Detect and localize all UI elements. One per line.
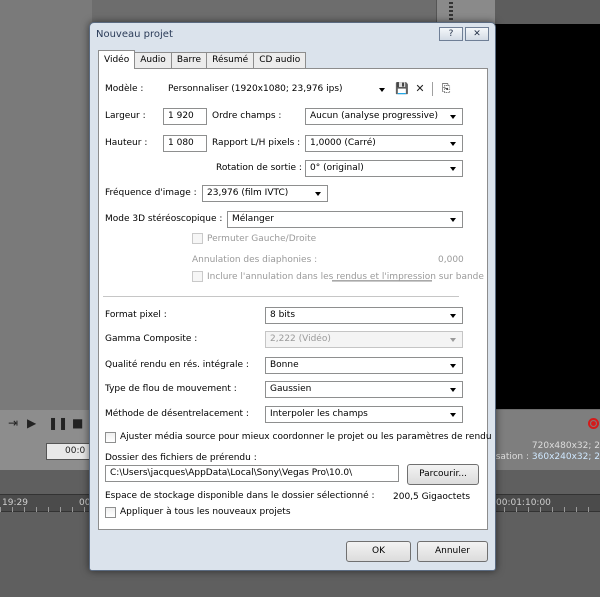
include-crosstalk-checkbox[interactable] [192,271,203,282]
timecode-display: 00:0 [46,443,92,460]
help-button[interactable]: ? [439,27,463,41]
swap-left-right-label: Permuter Gauche/Droite [207,234,317,244]
apply-all-checkbox[interactable] [105,507,116,518]
prerender-folder-label: Dossier des fichiers de prérendu : [105,453,257,463]
grip-icon[interactable] [449,2,453,20]
render-quality-label: Qualité rendu en rés. intégrale : [105,360,249,370]
match-media-icon[interactable]: ⎘ [439,82,453,96]
toolbar-separator [432,82,433,96]
deinterlace-label: Méthode de désentrelacement : [105,409,249,419]
adjust-media-label: Ajuster média source pour mieux coordonn… [120,432,492,442]
template-select[interactable]: Personnaliser (1920x1080; 23,976 ips) [163,81,392,98]
stereo-mode-select[interactable]: Mélanger [227,211,463,228]
tab-ruler[interactable]: Barre [170,52,208,68]
deinterlace-select[interactable]: Interpoler les champs [265,406,463,423]
title-buttons: ? ✕ [439,27,489,41]
crosstalk-label: Annulation des diaphonies : [192,255,318,265]
cancel-button[interactable]: Annuler [417,541,488,562]
gamma-label: Gamma Composite : [105,334,198,344]
height-field[interactable]: 1 080 [163,135,207,152]
width-field[interactable]: 1 920 [163,108,207,125]
ruler-label: 19:29 [2,498,28,508]
field-order-label: Ordre champs : [212,111,282,121]
docking-strip [436,0,495,24]
play-icon[interactable]: ▶ [27,417,36,429]
loop-play-icon[interactable]: ⇥ [8,417,18,429]
delete-icon[interactable]: ✕ [413,82,427,96]
tab-cd-audio[interactable]: CD audio [253,52,307,68]
template-label: Modèle : [105,84,144,94]
rotation-label: Rotation de sortie : [216,163,302,173]
video-tab-panel: Modèle : Personnaliser (1920x1080; 23,97… [98,68,492,530]
render-quality-select[interactable]: Bonne [265,357,463,374]
close-button[interactable]: ✕ [465,27,489,41]
stop-icon[interactable]: ■ [72,417,83,429]
dialog-title: Nouveau projet [96,29,173,40]
free-space-label: Espace de stockage disponible dans le do… [105,491,375,501]
tab-video[interactable]: Vidéo [98,50,136,69]
apply-all-label: Appliquer à tous les nouveaux projets [120,507,291,517]
preview-header [495,0,600,24]
record-icon[interactable] [588,418,599,429]
height-label: Hauteur : [105,138,148,148]
swap-left-right-checkbox[interactable] [192,233,203,244]
aspect-ratio-label: Rapport L/H pixels : [212,138,301,148]
tab-bar: Vidéo Audio Barre Résumé CD audio [98,50,307,69]
video-preview [495,24,600,409]
gamma-select[interactable]: 2,222 (Vidéo) [265,331,463,348]
tab-audio[interactable]: Audio [134,52,172,68]
crosstalk-value: 0,000 [438,255,464,265]
prerender-folder-field[interactable]: C:\Users\jacques\AppData\Local\Sony\Vega… [105,465,399,482]
tab-summary[interactable]: Résumé [206,52,255,68]
new-project-dialog: Nouveau projet ? ✕ Vidéo Audio Barre Rés… [89,22,496,571]
browse-button[interactable]: Parcourir... [407,464,479,485]
save-icon[interactable]: 💾 [395,82,409,96]
free-space-value: 200,5 Gigaoctets [393,492,471,502]
motion-blur-select[interactable]: Gaussien [265,381,463,398]
ok-button[interactable]: OK [346,541,411,562]
adjust-media-checkbox[interactable] [105,432,116,443]
stereo-mode-label: Mode 3D stéréoscopique : [105,214,223,224]
ruler-label: 00:01:10:00 [496,498,551,508]
preview-info-project: 720x480x32; 2 [531,441,600,451]
aspect-ratio-select[interactable]: 1,0000 (Carré) [305,135,463,152]
pixel-format-label: Format pixel : [105,310,167,320]
pause-icon[interactable]: ❚❚ [48,417,68,429]
section-divider [103,296,459,297]
include-crosstalk-label: Inclure l'annulation dans les rendus et … [207,272,484,282]
width-label: Largeur : [105,111,146,121]
framerate-select[interactable]: 23,976 (film IVTC) [202,185,328,202]
preview-info-display: isation : 360x240x32; 2 [493,452,600,462]
pixel-format-select[interactable]: 8 bits [265,307,463,324]
motion-blur-label: Type de flou de mouvement : [105,384,237,394]
rotation-select[interactable]: 0° (original) [305,160,463,177]
timeline-area-left [0,0,92,410]
field-order-select[interactable]: Aucun (analyse progressive) [305,108,463,125]
framerate-label: Fréquence d'image : [105,188,197,198]
